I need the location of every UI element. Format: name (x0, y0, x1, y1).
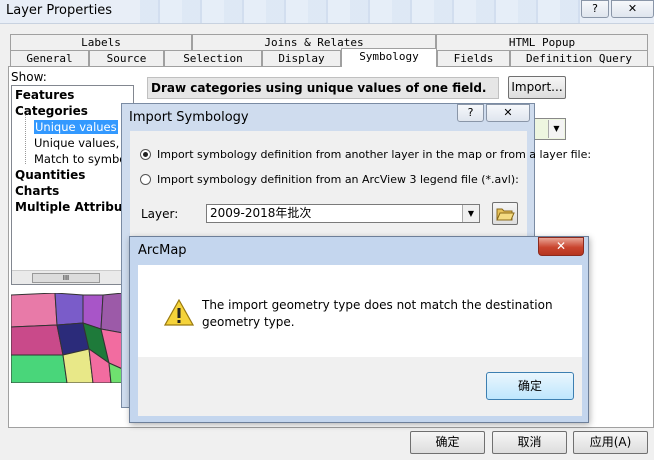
tree-item-match-to-symbols[interactable]: Match to symbols i (34, 152, 133, 166)
tab-definition-query[interactable]: Definition Query (510, 50, 648, 66)
tab-selection[interactable]: Selection (164, 50, 262, 66)
chevron-down-icon[interactable]: ▼ (462, 205, 479, 222)
import-symbology-titlebar: Import Symbology ? ✕ (122, 104, 534, 130)
tab-general[interactable]: General (10, 50, 89, 66)
tree-item-unique-values[interactable]: Unique values (34, 120, 118, 134)
option-avl-row[interactable]: Import symbology definition from an ArcV… (140, 173, 519, 186)
layer-properties-titlebar: Layer Properties ? ✕ (0, 0, 654, 24)
tab-fields[interactable]: Fields (437, 50, 510, 66)
tree-item-unique-values-many[interactable]: Unique values, ma (34, 136, 133, 150)
layer-label: Layer: (141, 207, 179, 221)
option-layer-label: Import symbology definition from another… (157, 148, 592, 161)
import-button[interactable]: Import... (508, 76, 566, 99)
layer-select[interactable]: 2009-2018年批次 ▼ (206, 204, 480, 223)
radio-layer-source[interactable] (140, 149, 151, 160)
tree-item-charts[interactable]: Charts (15, 184, 59, 198)
message-area: The import geometry type does not match … (138, 265, 582, 357)
close-button[interactable]: ✕ (611, 0, 654, 18)
window-title: Layer Properties (6, 3, 113, 18)
radio-avl-source[interactable] (140, 174, 151, 185)
value-field-dropdown[interactable]: ▼ (530, 118, 566, 140)
error-message: The import geometry type does not match … (202, 298, 553, 329)
map-preview-image (11, 293, 134, 383)
option-layer-row[interactable]: Import symbology definition from another… (140, 148, 591, 161)
map-preview-graphic (11, 293, 134, 383)
ok-button[interactable]: 确定 (410, 431, 485, 454)
symbology-description: Draw categories using unique values of o… (147, 77, 499, 99)
show-tree[interactable]: Features Categories Unique values Unique… (11, 85, 134, 285)
open-folder-button[interactable] (492, 202, 518, 225)
arcmap-message-dialog: ArcMap ✕ The import geometry type does n… (129, 236, 589, 423)
tree-horizontal-scrollbar[interactable]: III (12, 270, 133, 284)
option-avl-label: Import symbology definition from an ArcV… (157, 173, 519, 186)
tree-item-multiple-attributes[interactable]: Multiple Attributes (15, 200, 133, 214)
close-button[interactable]: ✕ (538, 237, 584, 256)
scrollbar-thumb[interactable]: III (32, 273, 100, 283)
apply-button[interactable]: 应用(A) (573, 431, 648, 454)
layer-select-value: 2009-2018年批次 (210, 206, 312, 220)
tab-source[interactable]: Source (89, 50, 164, 66)
close-button[interactable]: ✕ (486, 104, 530, 122)
show-label: Show: (11, 70, 47, 84)
tab-display[interactable]: Display (262, 50, 341, 66)
tab-symbology[interactable]: Symbology (341, 48, 437, 67)
folder-open-icon (496, 208, 515, 221)
tab-labels[interactable]: Labels (10, 34, 192, 50)
message-body: The import geometry type does not match … (138, 265, 582, 416)
tab-html-popup[interactable]: HTML Popup (436, 34, 648, 50)
chevron-down-icon[interactable]: ▼ (548, 120, 564, 138)
cancel-button[interactable]: 取消 (492, 431, 567, 454)
tree-item-features[interactable]: Features (15, 88, 74, 102)
titlebar-background-map (140, 0, 580, 23)
warning-icon (164, 299, 194, 326)
tree-item-categories[interactable]: Categories (15, 104, 88, 118)
tree-item-quantities[interactable]: Quantities (15, 168, 85, 182)
dialog-title: ArcMap (138, 243, 187, 258)
ok-button[interactable]: 确定 (486, 372, 574, 400)
help-button[interactable]: ? (581, 0, 609, 18)
dialog-title: Import Symbology (129, 110, 249, 125)
help-button[interactable]: ? (457, 104, 484, 122)
